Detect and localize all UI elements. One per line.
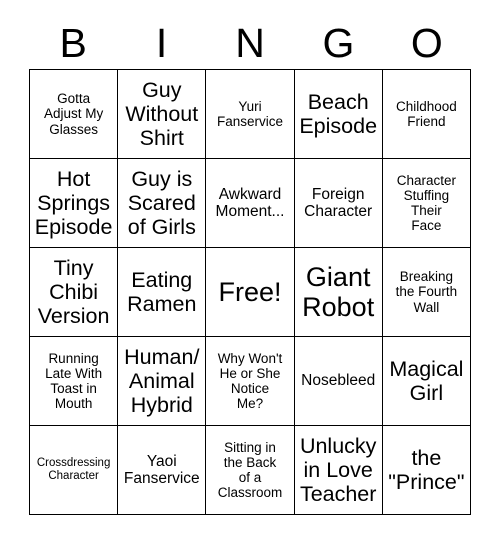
bingo-grid: Gotta Adjust My Glasses Guy Without Shir… [29, 69, 471, 515]
bingo-cell-label: Tiny Chibi Version [37, 255, 110, 329]
bingo-cell-i5[interactable]: Yaoi Fanservice [118, 426, 207, 515]
bingo-cell-o2[interactable]: Character Stuffing Their Face [382, 159, 471, 248]
bingo-cell-o3[interactable]: Breaking the Fourth Wall [382, 248, 471, 337]
bingo-cell-label: Magical Girl [389, 356, 464, 405]
bingo-cell-label: Running Late With Toast in Mouth [45, 350, 103, 412]
bingo-cell-o1[interactable]: Childhood Friend [382, 70, 471, 159]
bingo-cell-label: Nosebleed [301, 372, 376, 390]
bingo-cell-i3[interactable]: Eating Ramen [118, 248, 207, 337]
bingo-cell-i2[interactable]: Guy is Scared of Girls [118, 159, 207, 248]
bingo-card: B I N G O Gotta Adjust My Glasses Guy Wi… [0, 0, 500, 544]
bingo-cell-b3[interactable]: Tiny Chibi Version [30, 248, 119, 337]
header-letter-i: I [155, 20, 168, 66]
bingo-cell-label: Yuri Fanservice [216, 98, 283, 129]
bingo-cell-label: Beach Episode [299, 89, 378, 138]
bingo-cell-label: Gotta Adjust My Glasses [43, 91, 104, 137]
bingo-cell-n1[interactable]: Yuri Fanservice [206, 70, 295, 159]
bingo-cell-label: Yaoi Fanservice [123, 452, 200, 487]
bingo-cell-o4[interactable]: Magical Girl [382, 337, 471, 426]
bingo-cell-label: the "Prince" [388, 445, 465, 494]
bingo-cell-label: Crossdressing Character [36, 457, 111, 482]
bingo-cell-label: Eating Ramen [127, 267, 197, 316]
bingo-cell-label: Breaking the Fourth Wall [395, 269, 458, 315]
bingo-cell-label: Human/ Animal Hybrid [124, 344, 200, 418]
header-letter-n: N [235, 20, 265, 66]
bingo-cell-label: Guy Without Shirt [125, 77, 199, 151]
bingo-cell-label: Character Stuffing Their Face [396, 172, 457, 234]
bingo-cell-g5[interactable]: Unlucky in Love Teacher [294, 426, 383, 515]
header-letter-o: O [410, 20, 443, 66]
bingo-cell-label: Childhood Friend [395, 98, 457, 129]
bingo-cell-i4[interactable]: Human/ Animal Hybrid [118, 337, 207, 426]
bingo-cell-b4[interactable]: Running Late With Toast in Mouth [30, 337, 119, 426]
bingo-cell-g4[interactable]: Nosebleed [294, 337, 383, 426]
bingo-cell-label: Hot Springs Episode [34, 166, 113, 240]
header-letter-b: B [59, 20, 87, 66]
bingo-cell-g2[interactable]: Foreign Character [294, 159, 383, 248]
bingo-cell-b1[interactable]: Gotta Adjust My Glasses [30, 70, 119, 159]
bingo-cell-n2[interactable]: Awkward Moment... [206, 159, 295, 248]
bingo-cell-n5[interactable]: Sitting in the Back of a Classroom [206, 426, 295, 515]
bingo-cell-g1[interactable]: Beach Episode [294, 70, 383, 159]
bingo-cell-g3[interactable]: Giant Robot [294, 248, 383, 337]
bingo-cell-label: Guy is Scared of Girls [127, 166, 196, 240]
header-letter-g: G [322, 20, 355, 66]
bingo-cell-label: Why Won't He or She Notice Me? [217, 350, 283, 412]
bingo-cell-label: Foreign Character [304, 185, 373, 220]
bingo-cell-n4[interactable]: Why Won't He or She Notice Me? [206, 337, 295, 426]
bingo-cell-label: Unlucky in Love Teacher [299, 433, 377, 507]
free-space-label: Free! [218, 276, 282, 307]
bingo-cell-o5[interactable]: the "Prince" [382, 426, 471, 515]
bingo-cell-b5[interactable]: Crossdressing Character [30, 426, 119, 515]
bingo-cell-free-space[interactable]: Free! [206, 248, 295, 337]
bingo-header: B I N G O [29, 18, 471, 68]
bingo-cell-label: Sitting in the Back of a Classroom [217, 439, 283, 501]
bingo-cell-label: Giant Robot [302, 261, 375, 322]
bingo-cell-label: Awkward Moment... [215, 185, 285, 220]
bingo-cell-b2[interactable]: Hot Springs Episode [30, 159, 119, 248]
bingo-cell-i1[interactable]: Guy Without Shirt [118, 70, 207, 159]
